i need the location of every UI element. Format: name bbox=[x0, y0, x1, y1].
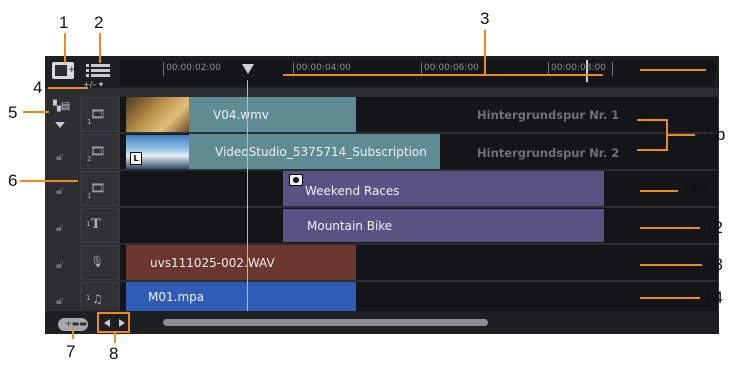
track-manager-button[interactable]: + bbox=[52, 62, 76, 79]
ruler-tick bbox=[163, 62, 164, 76]
film-reel-icon: 🎞︎ bbox=[90, 107, 106, 121]
track-number: 1 bbox=[86, 294, 91, 302]
list-icon bbox=[86, 63, 110, 78]
callout-line bbox=[484, 30, 486, 76]
plus-icon: + bbox=[68, 65, 76, 75]
callout-number: 9 bbox=[708, 61, 718, 80]
callout-line bbox=[637, 119, 667, 121]
horizontal-scrollbar-thumb[interactable] bbox=[163, 319, 488, 326]
lock-icon[interactable]: 🔓︎ bbox=[56, 221, 63, 235]
callout-number: 11b bbox=[681, 181, 709, 200]
callout-number: 12 bbox=[704, 218, 723, 237]
overlay-clip-label: Weekend Races bbox=[305, 183, 400, 198]
callout-line bbox=[23, 111, 49, 113]
title-clip-mountain-bike[interactable]: Mountain Bike bbox=[283, 209, 604, 242]
track-number: 2 bbox=[87, 155, 92, 163]
callout-line bbox=[667, 134, 695, 136]
callout-line bbox=[637, 149, 667, 151]
callout-number: 2 bbox=[94, 13, 104, 32]
ruler-tick bbox=[612, 62, 613, 76]
track-toggle-button[interactable]: ▚▤ bbox=[51, 101, 73, 115]
callout-line bbox=[640, 227, 700, 229]
music-clip[interactable]: M01.mpa bbox=[126, 282, 356, 311]
callout-number: 4 bbox=[33, 78, 43, 97]
track-header-voice[interactable]: 🎙︎ bbox=[80, 245, 120, 280]
callout-line bbox=[72, 327, 74, 339]
track-header-video-2[interactable]: 🎞︎ 2 bbox=[80, 134, 120, 169]
callout-number: 7 bbox=[66, 342, 76, 361]
background-track-name: Hintergrundspur Nr. 1 bbox=[477, 108, 620, 122]
ruler-tick-label: 00:00:06:00 bbox=[424, 63, 479, 73]
microphone-icon: 🎙︎ bbox=[90, 255, 104, 268]
track-header-overlay-1[interactable]: 🎞︎ 1 bbox=[80, 171, 120, 206]
callout-number: 5 bbox=[8, 103, 18, 122]
ruler-tick-label: 00:00:08:00 bbox=[551, 63, 606, 73]
callout-line bbox=[114, 333, 116, 343]
callout-line bbox=[640, 297, 700, 299]
track-header-video-1[interactable]: 🎞︎ 1 bbox=[80, 97, 120, 132]
film-icon bbox=[55, 65, 67, 76]
lock-icon[interactable]: 🔓︎ bbox=[56, 294, 63, 308]
callout-number: 8 bbox=[109, 344, 119, 363]
lock-icon[interactable]: 🔓︎ bbox=[56, 258, 63, 272]
callout-line bbox=[640, 190, 678, 192]
track-number: 1 bbox=[87, 192, 92, 200]
title-t-icon: T bbox=[91, 217, 101, 232]
overlay-mask-icon bbox=[289, 174, 303, 186]
overlay-icon: 🎞︎ bbox=[90, 181, 106, 195]
preview-range-marker bbox=[586, 60, 588, 82]
callout-line bbox=[48, 87, 88, 89]
collapse-chevron-icon[interactable] bbox=[55, 122, 65, 128]
callout-number: 14 bbox=[704, 288, 723, 307]
callout-line bbox=[99, 33, 101, 63]
video-thumbnail bbox=[126, 97, 189, 132]
callout-number: 10b bbox=[697, 125, 726, 144]
callout-box bbox=[97, 312, 130, 333]
voice-clip[interactable]: uvs111025-002.WAV bbox=[126, 245, 356, 280]
track-toggle-icon: ▚▤ bbox=[53, 101, 71, 112]
callout-number: 1 bbox=[59, 13, 69, 32]
callout-line bbox=[640, 69, 706, 71]
video-clip-subscription[interactable]: VideoStudio_5375714_Subscription bbox=[189, 134, 440, 169]
playhead-handle[interactable] bbox=[242, 64, 254, 74]
track-number: 1 bbox=[87, 118, 92, 126]
video-thumbnail: L bbox=[126, 135, 189, 169]
callout-line bbox=[20, 180, 78, 182]
ruler-tick-label: 00:00:04:00 bbox=[296, 63, 351, 73]
lock-icon[interactable]: 🔓︎ bbox=[56, 184, 63, 198]
callout-line bbox=[640, 264, 702, 266]
video-clip-v04[interactable]: V04.wmv bbox=[189, 97, 356, 132]
background-track-name: Hintergrundspur Nr. 2 bbox=[477, 146, 620, 160]
ripple-icon: +▬▬ bbox=[65, 319, 87, 328]
ruler-tick-label: 00:00:02:00 bbox=[166, 63, 221, 73]
lock-icon[interactable]: 🔓︎ bbox=[56, 150, 63, 164]
overlay-clip-weekend-races[interactable]: Weekend Races bbox=[283, 171, 604, 206]
chapter-list-button[interactable] bbox=[84, 62, 110, 79]
callout-number: 3 bbox=[480, 9, 490, 28]
callout-line bbox=[64, 33, 66, 63]
playhead-line bbox=[247, 80, 248, 311]
callout-line bbox=[283, 74, 603, 76]
music-note-icon: ♫ bbox=[92, 292, 103, 306]
callout-number: 13 bbox=[704, 255, 723, 274]
l-badge-icon: L bbox=[130, 152, 142, 165]
film-reel-icon: 🎞︎ bbox=[90, 144, 106, 158]
track-header-title-1[interactable]: T 1 bbox=[80, 208, 120, 243]
callout-number: 6 bbox=[8, 171, 18, 190]
track-number: 1 bbox=[86, 220, 91, 228]
